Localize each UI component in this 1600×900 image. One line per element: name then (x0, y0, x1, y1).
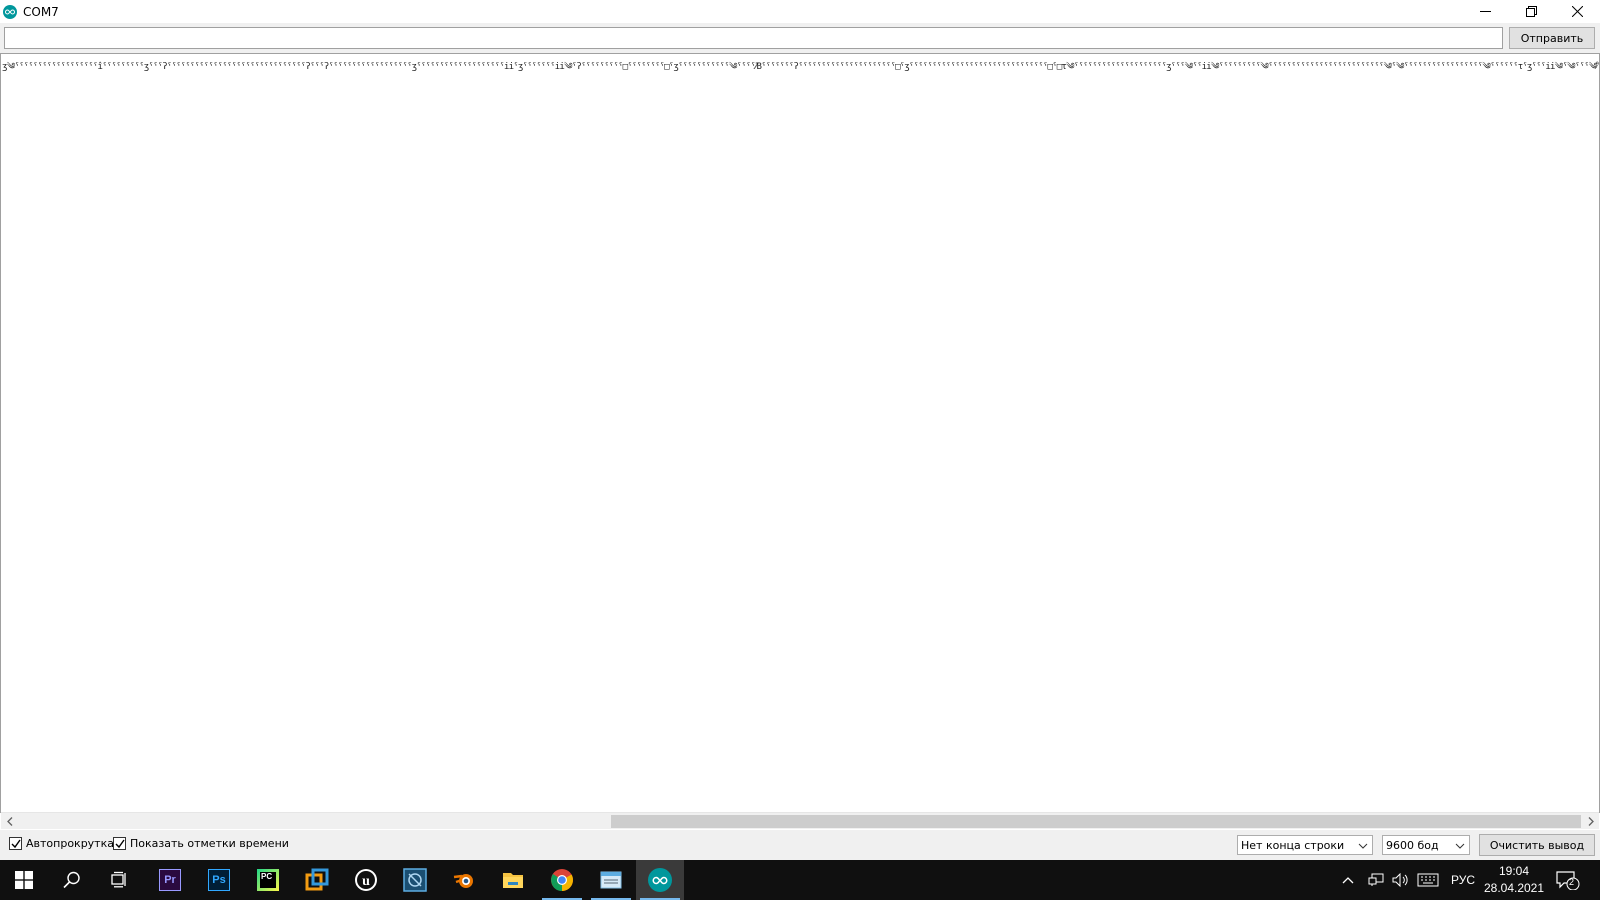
taskbar-app-explorer[interactable] (489, 860, 537, 900)
timestamps-checkbox[interactable]: Показать отметки времени (113, 837, 289, 850)
clear-output-button[interactable]: Очистить вывод (1479, 834, 1595, 856)
minimize-icon (1479, 11, 1491, 12)
notification-center-button[interactable]: 2 (1556, 860, 1580, 900)
svg-text:u: u (362, 874, 370, 889)
arduino-icon (648, 868, 672, 892)
status-bar: Автопрокрутка Показать отметки времени Н… (0, 830, 1600, 860)
pycharm-icon: PC (257, 869, 279, 891)
arduino-icon (3, 4, 17, 19)
serial-output-text: ʒ༄ˤˤˤˤˤˤˤˤˤˤˤˤˤˤˤˤˤˤîˤˤˤˤˤˤˤˤˤʒˤˤˤʔˤˤˤˤˤ… (2, 62, 1600, 72)
autoscroll-checkbox[interactable]: Автопрокрутка (9, 837, 114, 850)
scroll-left-button[interactable] (1, 813, 18, 830)
start-button[interactable] (0, 860, 48, 900)
volume-button[interactable] (1392, 860, 1410, 900)
task-view-icon (111, 871, 126, 888)
app-orange-blue-icon (305, 868, 329, 891)
scrollbar-thumb[interactable] (611, 815, 1581, 828)
taskbar-app-unreal[interactable]: u (342, 860, 390, 900)
restore-button[interactable] (1508, 0, 1554, 23)
unreal-engine-icon: u (355, 869, 377, 891)
taskbar-app-premiere[interactable]: Pr (146, 860, 194, 900)
pycharm-label: PC (260, 872, 276, 888)
chevron-right-icon (1588, 817, 1594, 826)
window-title: COM7 (23, 4, 59, 19)
blue-app-icon (403, 868, 427, 892)
taskbar-app-orange-blue[interactable] (293, 860, 341, 900)
horizontal-scrollbar[interactable] (1, 812, 1599, 829)
taskbar-app-pycharm[interactable]: PC (244, 860, 292, 900)
premiere-pro-icon: Pr (159, 869, 181, 891)
taskbar-app-photoshop[interactable]: Ps (195, 860, 243, 900)
chevron-down-icon (1358, 843, 1368, 849)
chevron-up-icon (1342, 877, 1354, 884)
restore-icon (1525, 6, 1537, 17)
language-indicator[interactable]: РУС (1451, 860, 1475, 900)
autoscroll-label: Автопрокрутка (26, 837, 114, 850)
tray-overflow-button[interactable] (1342, 860, 1354, 900)
send-bar: Отправить (0, 23, 1600, 53)
taskbar-app-blue[interactable] (391, 860, 439, 900)
photoshop-label: Ps (212, 874, 226, 886)
line-ending-value: Нет конца строки (1241, 838, 1345, 852)
taskbar-app-arduino[interactable] (636, 860, 684, 900)
photoshop-icon: Ps (208, 869, 230, 891)
close-button[interactable] (1554, 0, 1600, 23)
clock-time: 19:04 (1498, 864, 1530, 878)
checkbox-box[interactable] (113, 837, 126, 850)
title-bar: COM7 (0, 0, 1600, 23)
network-icon (1368, 873, 1384, 886)
network-button[interactable] (1368, 860, 1384, 900)
windows-start-icon (15, 871, 33, 889)
clock-date: 28.04.2021 (1483, 881, 1545, 895)
taskbar-app-blender[interactable] (440, 860, 488, 900)
premiere-label: Pr (164, 874, 176, 886)
send-button[interactable]: Отправить (1509, 27, 1595, 49)
chevron-down-icon (1455, 843, 1465, 849)
notepad-app-icon (600, 871, 622, 889)
search-icon (63, 871, 80, 889)
clock[interactable]: 19:04 28.04.2021 (1478, 863, 1550, 897)
checkmark-icon (11, 839, 21, 848)
taskbar: Pr Ps PC u РУС 19:04 28.04.2021 2 (0, 860, 1600, 900)
send-input[interactable] (4, 27, 1503, 49)
minimize-button[interactable] (1462, 0, 1508, 23)
checkbox-box[interactable] (9, 837, 22, 850)
checkmark-icon (115, 839, 125, 848)
notification-icon (1556, 871, 1580, 890)
notification-badge: 2 (1569, 877, 1575, 887)
taskbar-app-notepad[interactable] (587, 860, 635, 900)
task-view-button[interactable] (96, 860, 144, 900)
blender-icon (453, 874, 473, 888)
language-label: РУС (1451, 873, 1476, 887)
search-button[interactable] (48, 860, 96, 900)
chrome-icon (551, 869, 573, 891)
serial-output[interactable]: ʒ༄ˤˤˤˤˤˤˤˤˤˤˤˤˤˤˤˤˤˤîˤˤˤˤˤˤˤˤˤʒˤˤˤʔˤˤˤˤˤ… (0, 53, 1600, 813)
file-explorer-icon (503, 873, 523, 888)
timestamps-label: Показать отметки времени (130, 837, 289, 850)
speaker-icon (1392, 873, 1408, 887)
chevron-left-icon (6, 817, 12, 826)
taskbar-app-chrome[interactable] (538, 860, 586, 900)
scroll-right-button[interactable] (1582, 813, 1599, 830)
baud-rate-select[interactable]: 9600 бод (1382, 835, 1470, 855)
close-icon (1571, 6, 1583, 17)
keyboard-icon (1417, 873, 1439, 887)
line-ending-select[interactable]: Нет конца строки (1237, 835, 1373, 855)
baud-rate-value: 9600 бод (1386, 838, 1439, 852)
keyboard-button[interactable] (1417, 860, 1439, 900)
